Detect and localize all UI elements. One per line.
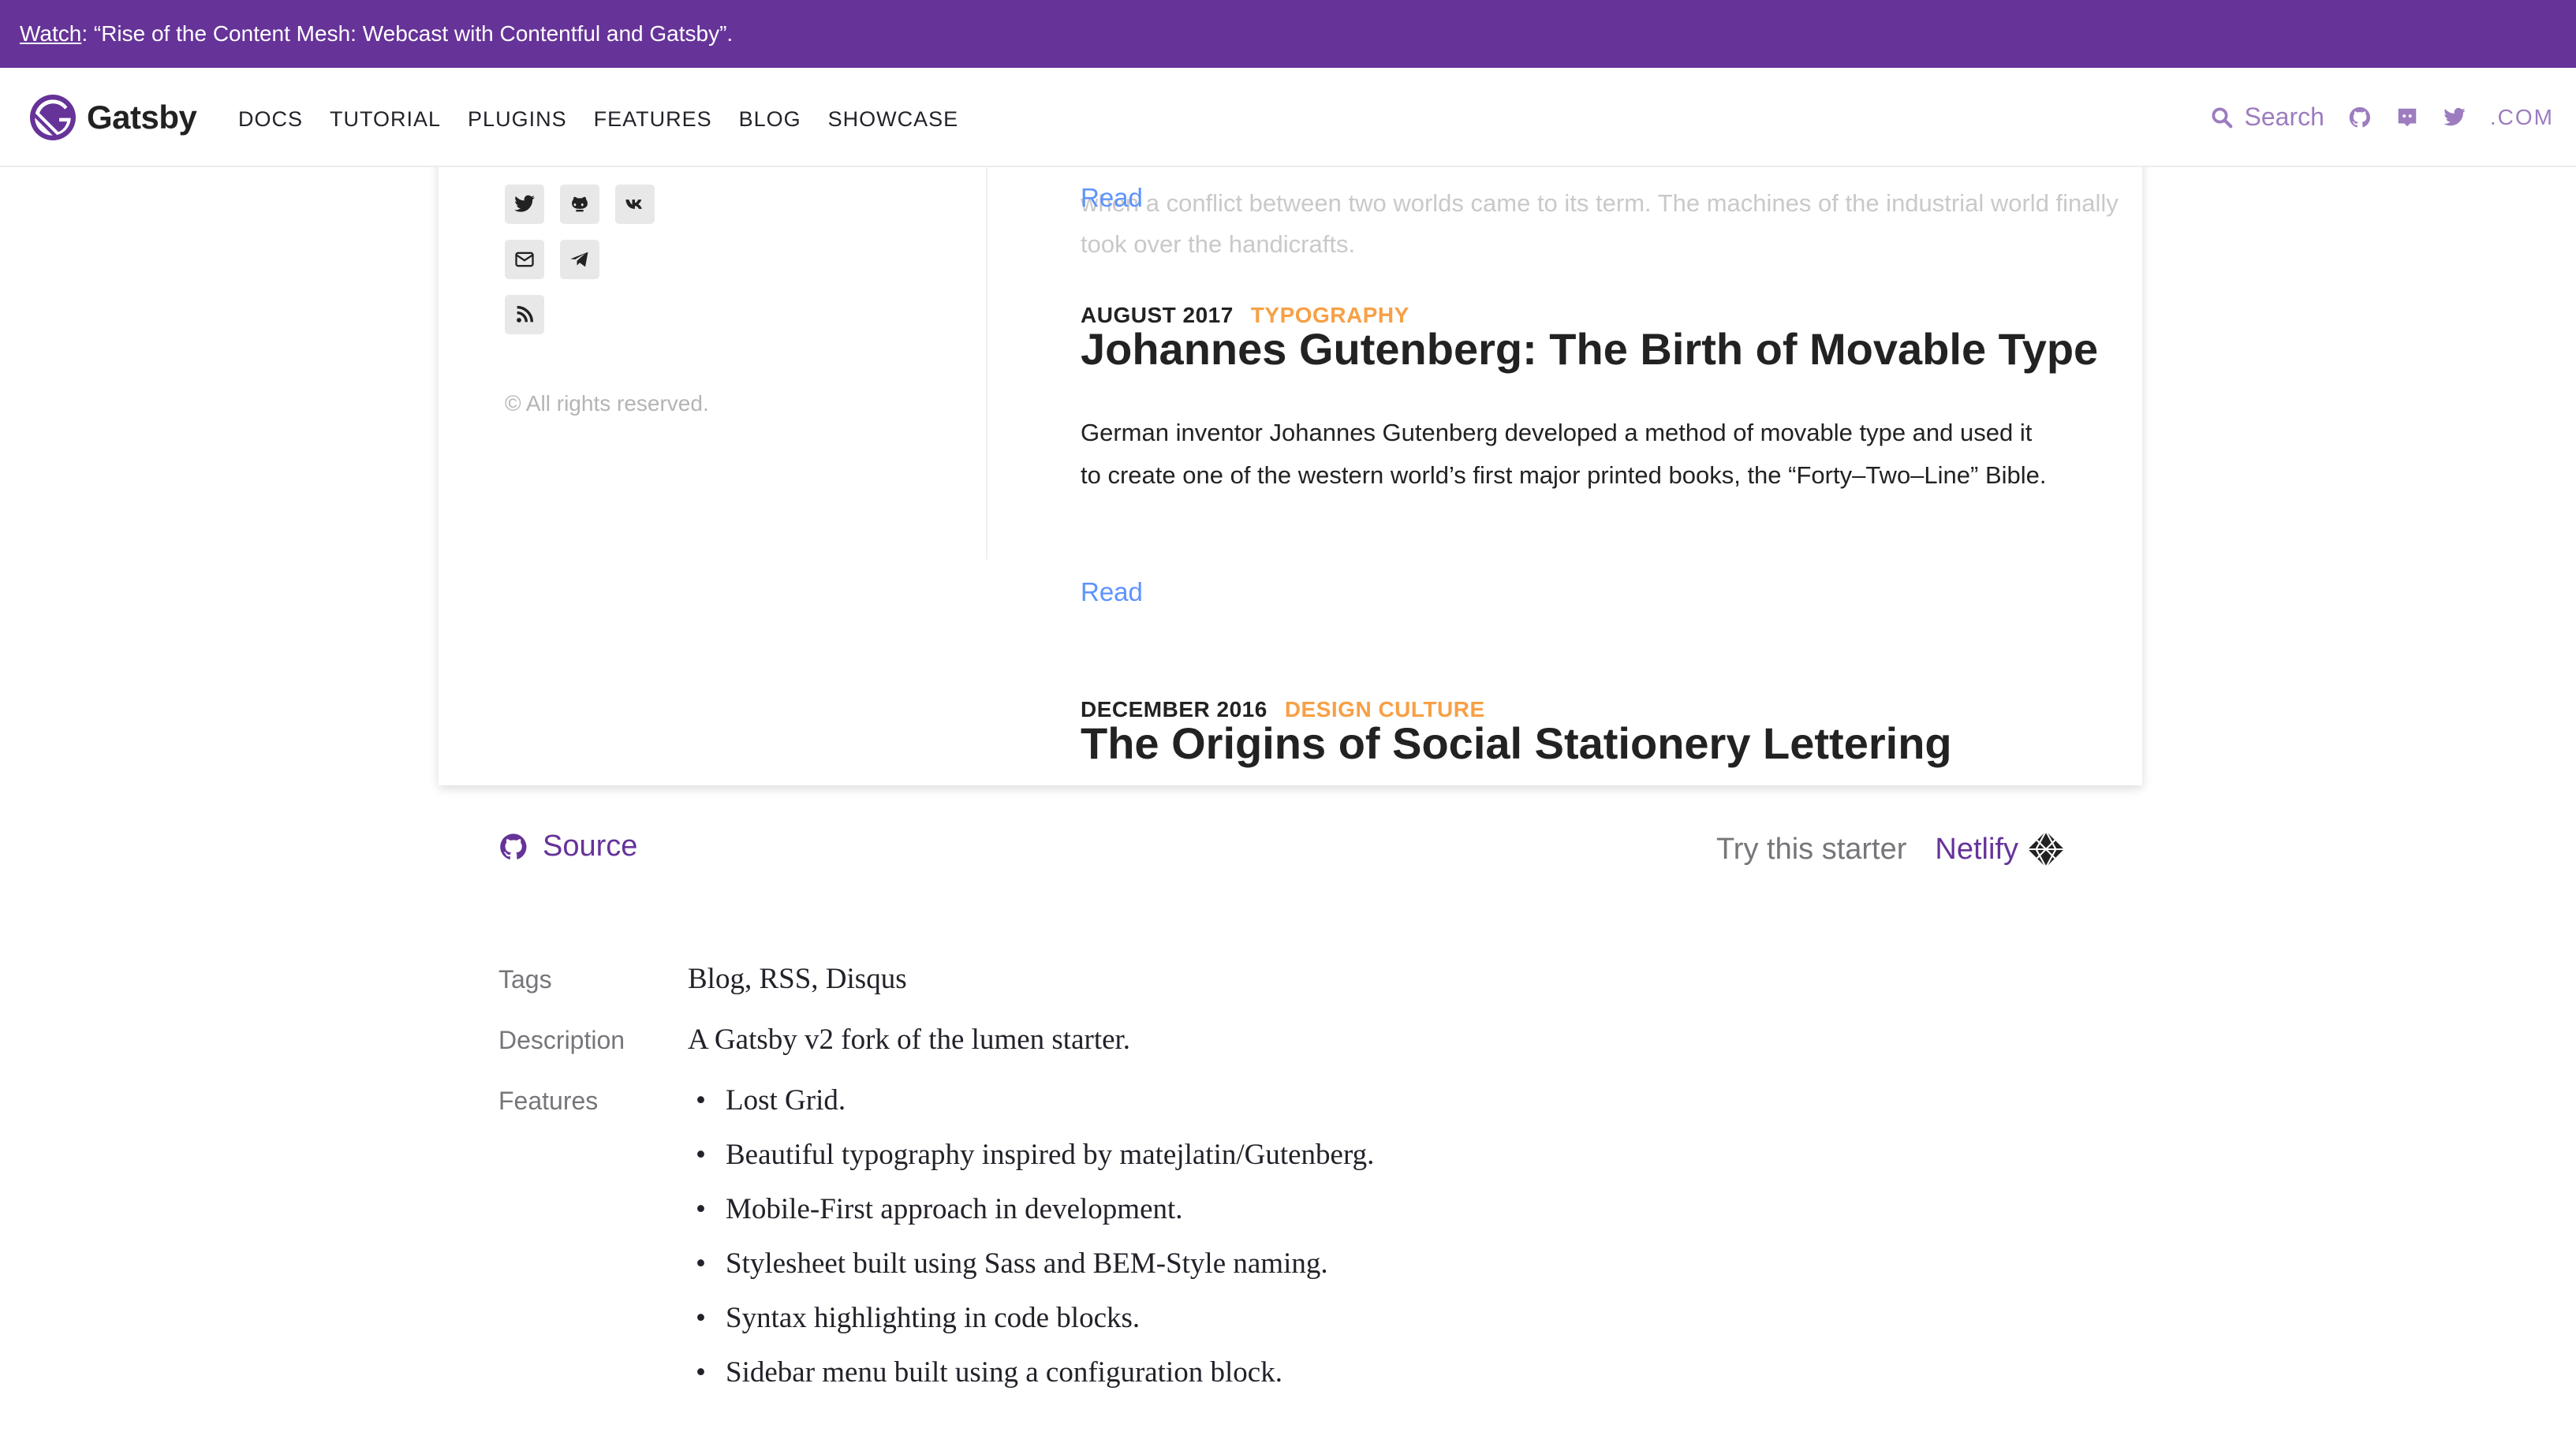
main-nav: DOCS TUTORIAL PLUGINS FEATURES BLOG SHOW… bbox=[238, 107, 958, 132]
starter-details: Tags Blog, RSS, Disqus Description A Gat… bbox=[498, 962, 1997, 1437]
sidebar-divider bbox=[986, 166, 987, 560]
github-icon bbox=[500, 833, 527, 859]
nav-item-tutorial[interactable]: TUTORIAL bbox=[330, 107, 441, 132]
read-link[interactable]: Read bbox=[1081, 183, 1143, 213]
features-list: Lost Grid. Beautiful typography inspired… bbox=[688, 1083, 1374, 1410]
search-icon bbox=[2212, 107, 2232, 128]
netlify-button[interactable]: Netlify bbox=[1935, 830, 2066, 869]
post-description: German inventor Johannes Gutenberg devel… bbox=[1081, 419, 2047, 489]
email-icon[interactable] bbox=[505, 240, 544, 279]
search-field[interactable]: Search bbox=[2210, 103, 2324, 132]
nav-item-blog[interactable]: BLOG bbox=[739, 107, 801, 132]
site-header: Gatsby DOCS TUTORIAL PLUGINS FEATURES BL… bbox=[0, 68, 2576, 167]
source-label: Source bbox=[543, 830, 638, 863]
list-item: Lost Grid. bbox=[688, 1083, 1374, 1138]
list-item: Beautiful typography inspired by matejla… bbox=[688, 1138, 1374, 1192]
description-value: A Gatsby v2 fork of the lumen starter. bbox=[688, 1024, 1131, 1056]
read-link[interactable]: Read bbox=[1081, 577, 1143, 607]
nav-item-showcase[interactable]: SHOWCASE bbox=[828, 107, 959, 132]
watch-link[interactable]: Watch bbox=[20, 21, 81, 47]
telegram-icon[interactable] bbox=[560, 240, 599, 279]
social-links bbox=[505, 185, 655, 350]
list-item: Sidebar menu built using a configuration… bbox=[688, 1355, 1374, 1410]
source-link[interactable]: Source bbox=[498, 830, 637, 863]
discord-icon[interactable] bbox=[2395, 106, 2419, 129]
copyright: © All rights reserved. bbox=[505, 391, 709, 416]
try-starter: Try this starter Netlify bbox=[1716, 830, 2066, 869]
header-actions: Search .COM bbox=[2210, 103, 2555, 132]
tags-value: Blog, RSS, Disqus bbox=[688, 963, 907, 995]
description-row: Description A Gatsby v2 fork of the lume… bbox=[498, 1023, 1997, 1057]
nav-item-docs[interactable]: DOCS bbox=[238, 107, 303, 132]
gatsby-logo[interactable]: Gatsby bbox=[30, 95, 197, 140]
nav-item-features[interactable]: FEATURES bbox=[594, 107, 712, 132]
rss-icon[interactable] bbox=[505, 295, 544, 334]
features-label: Features bbox=[498, 1087, 599, 1115]
tags-label: Tags bbox=[498, 965, 552, 994]
post-title[interactable]: The Origins of Social Stationery Letteri… bbox=[1081, 718, 2122, 769]
nav-item-plugins[interactable]: PLUGINS bbox=[468, 107, 567, 132]
search-placeholder: Search bbox=[2244, 103, 2324, 131]
list-item: Mobile-First approach in development. bbox=[688, 1192, 1374, 1247]
github-icon[interactable] bbox=[560, 185, 599, 224]
features-row: Features Lost Grid. Beautiful typography… bbox=[498, 1083, 1997, 1410]
try-label: Try this starter bbox=[1716, 832, 1907, 866]
dotcom-link[interactable]: .COM bbox=[2490, 105, 2554, 130]
list-item: Stylesheet built using Sass and BEM-Styl… bbox=[688, 1247, 1374, 1301]
banner-text: : “Rise of the Content Mesh: Webcast wit… bbox=[81, 21, 734, 46]
netlify-label: Netlify bbox=[1935, 832, 2018, 866]
brand-name: Gatsby bbox=[87, 99, 197, 136]
github-icon[interactable] bbox=[2348, 106, 2372, 129]
post-title[interactable]: Johannes Gutenberg: The Birth of Movable… bbox=[1081, 323, 2122, 375]
vk-icon[interactable] bbox=[615, 185, 655, 224]
list-item: Syntax highlighting in code blocks. bbox=[688, 1301, 1374, 1355]
tags-row: Tags Blog, RSS, Disqus bbox=[498, 962, 1997, 996]
twitter-icon[interactable] bbox=[505, 185, 544, 224]
announcement-banner: Watch: “Rise of the Content Mesh: Webcas… bbox=[0, 0, 2576, 68]
starter-preview: when a conflict between two worlds came … bbox=[439, 118, 2142, 785]
netlify-icon bbox=[2028, 830, 2064, 868]
description-label: Description bbox=[498, 1026, 625, 1054]
gatsby-logo-icon bbox=[30, 95, 76, 140]
faded-post-text: when a conflict between two worlds came … bbox=[1081, 189, 2119, 258]
twitter-icon[interactable] bbox=[2443, 106, 2466, 129]
